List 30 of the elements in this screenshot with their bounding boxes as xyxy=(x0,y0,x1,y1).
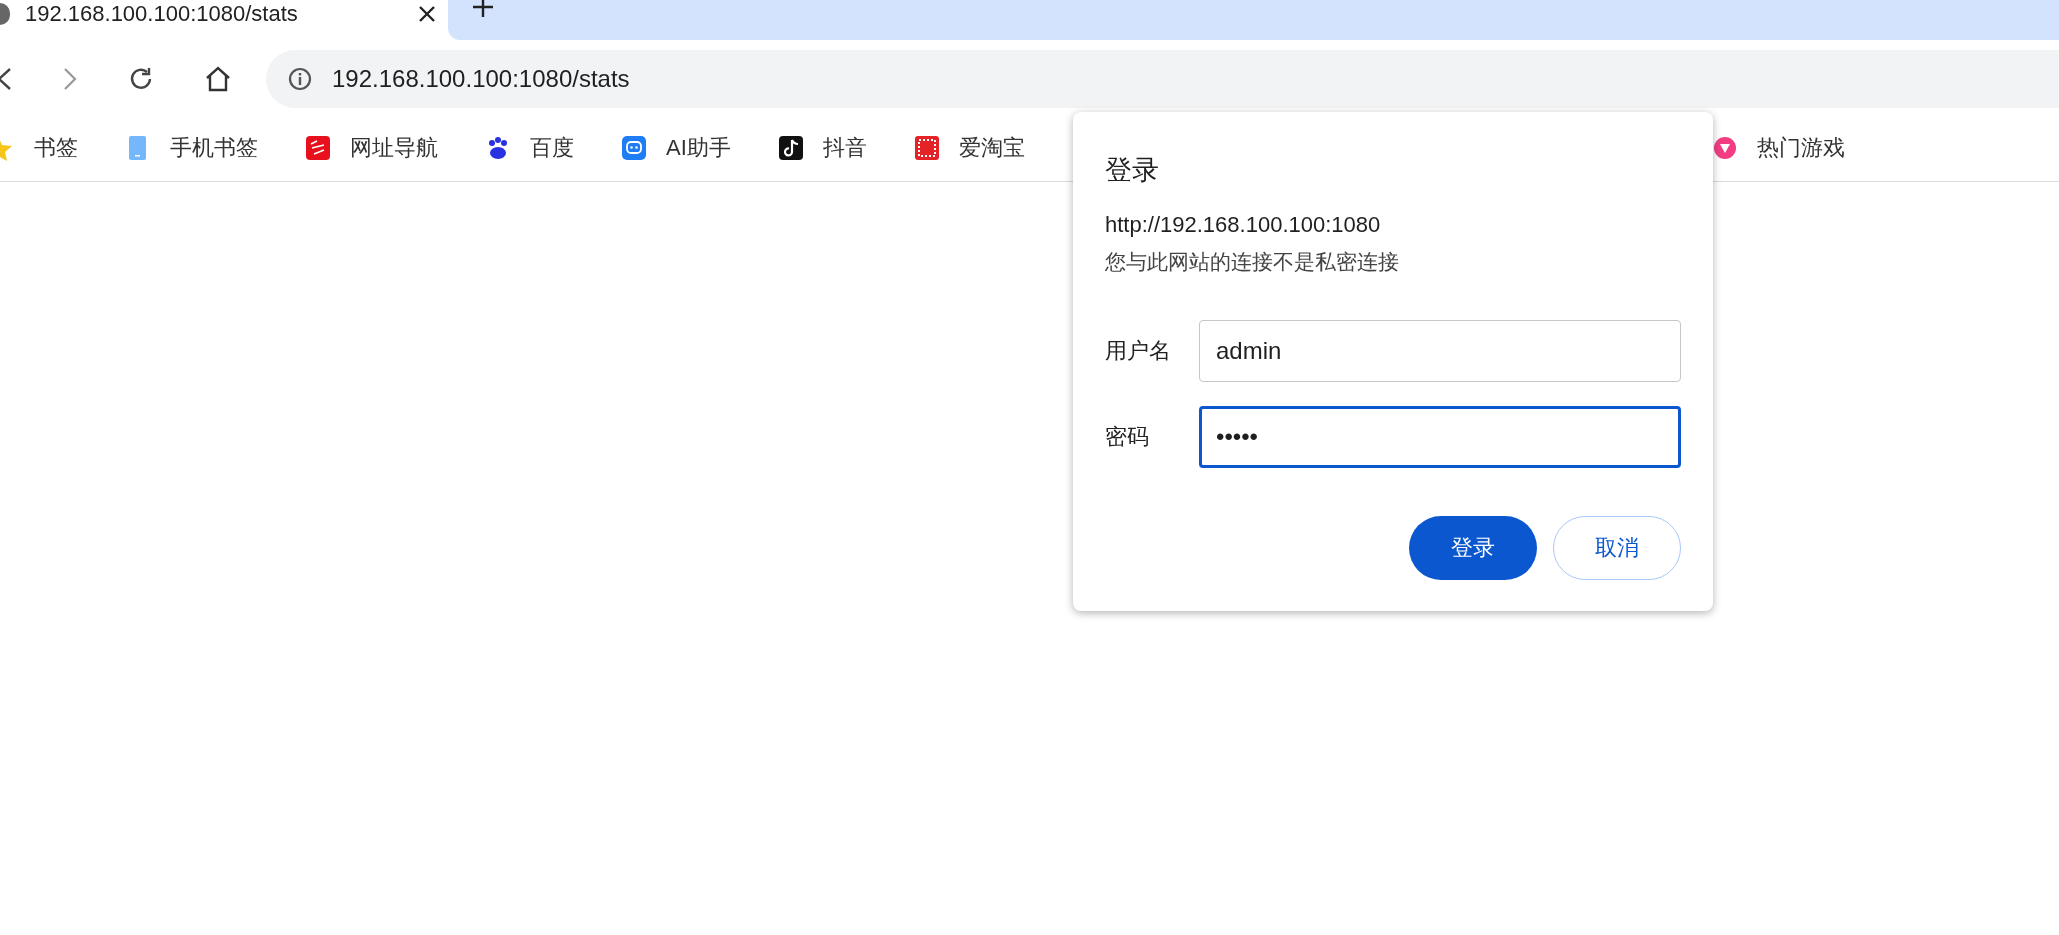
bookmark-item[interactable]: 抖音 xyxy=(778,133,867,163)
input-field[interactable]: admin xyxy=(1199,320,1681,382)
plus-icon[interactable] xyxy=(472,0,494,18)
music-note-icon xyxy=(778,135,803,161)
bookmark-item[interactable]: 爱淘宝 xyxy=(914,133,1025,163)
dialog-title: 登录 xyxy=(1105,154,1160,187)
cancel-button[interactable]: 取消 xyxy=(1553,516,1681,580)
home-icon[interactable] xyxy=(204,65,232,92)
bookmark-item[interactable]: 网址导航 xyxy=(306,133,438,163)
news-app-icon xyxy=(306,135,330,161)
back-icon[interactable] xyxy=(0,66,12,91)
field-label: 密码 xyxy=(1105,423,1150,451)
shopping-app-icon xyxy=(914,135,939,161)
connection-warning: 您与此网站的连接不是私密连接 xyxy=(1105,249,1400,275)
bookmark-item[interactable]: 热门游戏 xyxy=(1713,133,1845,163)
bookmark-item[interactable]: 百度 xyxy=(486,133,574,163)
input-field[interactable]: ••••• xyxy=(1199,406,1681,468)
chat-bubble-icon xyxy=(622,135,646,161)
forward-icon[interactable] xyxy=(63,66,77,91)
reload-icon[interactable] xyxy=(128,65,154,92)
address-bar[interactable]: 192.168.100.100:1080/stats xyxy=(266,49,2059,108)
paw-icon xyxy=(486,135,510,161)
bookmark-item[interactable]: AI助手 xyxy=(622,133,731,163)
info-icon[interactable] xyxy=(288,66,312,91)
bookmark-item[interactable]: 书签 xyxy=(0,133,78,163)
site-origin: http://192.168.100.100:1080 xyxy=(1105,212,1382,238)
field-label: 用户名 xyxy=(1105,337,1172,365)
close-icon[interactable] xyxy=(418,5,436,23)
login-button[interactable]: 登录 xyxy=(1409,516,1537,580)
bookmark-item[interactable]: 手机书签 xyxy=(126,133,258,163)
